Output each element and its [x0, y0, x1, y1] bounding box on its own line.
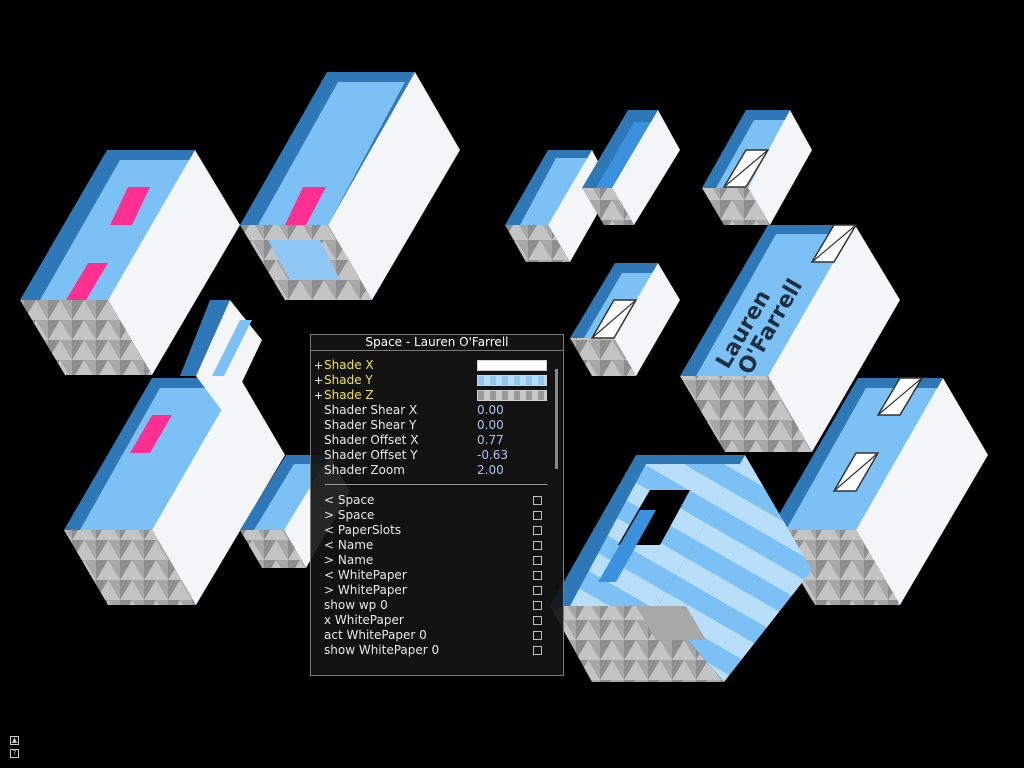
item-checkbox[interactable]: [533, 586, 542, 595]
block-envelope-top-right: [702, 110, 812, 225]
list-item[interactable]: show WhitePaper 0: [311, 643, 563, 658]
list-item[interactable]: < WhitePaper: [311, 568, 563, 583]
param-row[interactable]: Shader Zoom 2.00: [311, 463, 563, 478]
shader-shear-y-value[interactable]: 0.00: [477, 418, 504, 433]
item-checkbox[interactable]: [533, 616, 542, 625]
help-icon[interactable]: ?: [10, 749, 19, 758]
item-checkbox[interactable]: [533, 646, 542, 655]
list-item-label: > Name: [324, 553, 374, 567]
list-item[interactable]: x WhitePaper: [311, 613, 563, 628]
list-item[interactable]: > Name: [311, 553, 563, 568]
list-item[interactable]: act WhitePaper 0: [311, 628, 563, 643]
shader-offset-y-value[interactable]: -0.63: [477, 448, 508, 463]
item-checkbox[interactable]: [533, 496, 542, 505]
list-item-label: > Space: [324, 508, 375, 522]
param-row[interactable]: Shader Offset Y -0.63: [311, 448, 563, 463]
param-row[interactable]: Shader Offset X 0.77: [311, 433, 563, 448]
shader-shear-x-label: Shader Shear X: [324, 403, 418, 417]
item-checkbox[interactable]: [533, 556, 542, 565]
list-item-label: > WhitePaper: [324, 583, 407, 597]
list-item[interactable]: < Space: [311, 493, 563, 508]
panel-title: Space - Lauren O'Farrell: [311, 335, 563, 351]
list-item-label: x WhitePaper: [324, 613, 404, 627]
param-row[interactable]: Shader Shear Y 0.00: [311, 418, 563, 433]
list-item-label: < Name: [324, 538, 374, 552]
up-arrow-icon[interactable]: ▲: [10, 736, 19, 745]
list-item[interactable]: > Space: [311, 508, 563, 523]
expand-icon[interactable]: +: [314, 388, 323, 403]
block-bottom-left: [64, 378, 285, 605]
list-item-label: < PaperSlots: [324, 523, 402, 537]
shade-y-row[interactable]: + Shade Y: [311, 373, 563, 388]
block-top-middle: [240, 72, 460, 300]
block-small-top-right-1: [582, 110, 680, 225]
list-item[interactable]: < PaperSlots: [311, 523, 563, 538]
item-checkbox[interactable]: [533, 541, 542, 550]
shade-x-row[interactable]: + Shade X: [311, 358, 563, 373]
shader-offset-y-label: Shader Offset Y: [324, 448, 418, 462]
shader-zoom-value[interactable]: 2.00: [477, 463, 504, 478]
list-item-label: < Space: [324, 493, 375, 507]
block-frame-bottom-center: [550, 455, 812, 682]
param-row[interactable]: Shader Shear X 0.00: [311, 403, 563, 418]
shader-offset-x-label: Shader Offset X: [324, 433, 419, 447]
shade-x-label: Shade X: [324, 358, 374, 372]
list-item-label: show WhitePaper 0: [324, 643, 440, 657]
panel-divider: [325, 484, 547, 485]
list-item[interactable]: < Name: [311, 538, 563, 553]
item-checkbox[interactable]: [533, 631, 542, 640]
expand-icon[interactable]: +: [314, 358, 323, 373]
shade-y-label: Shade Y: [324, 373, 373, 387]
item-checkbox[interactable]: [533, 511, 542, 520]
item-checkbox[interactable]: [533, 526, 542, 535]
shade-x-swatch[interactable]: [477, 360, 547, 371]
shader-shear-x-value[interactable]: 0.00: [477, 403, 504, 418]
shader-shear-y-label: Shader Shear Y: [324, 418, 417, 432]
shade-z-swatch[interactable]: [477, 390, 547, 401]
shade-y-swatch[interactable]: [477, 375, 547, 386]
item-checkbox[interactable]: [533, 601, 542, 610]
shade-z-row[interactable]: + Shade Z: [311, 388, 563, 403]
list-item[interactable]: show wp 0: [311, 598, 563, 613]
list-item-label: show wp 0: [324, 598, 388, 612]
shade-z-label: Shade Z: [324, 388, 374, 402]
list-item-label: act WhitePaper 0: [324, 628, 427, 642]
space-panel: Space - Lauren O'Farrell + Shade X + Sha…: [310, 334, 564, 676]
item-checkbox[interactable]: [533, 571, 542, 580]
shader-offset-x-value[interactable]: 0.77: [477, 433, 504, 448]
list-item[interactable]: > WhitePaper: [311, 583, 563, 598]
list-item-label: < WhitePaper: [324, 568, 407, 582]
expand-icon[interactable]: +: [314, 373, 323, 388]
block-envelope-middle: [570, 263, 680, 376]
shader-zoom-label: Shader Zoom: [324, 463, 405, 477]
